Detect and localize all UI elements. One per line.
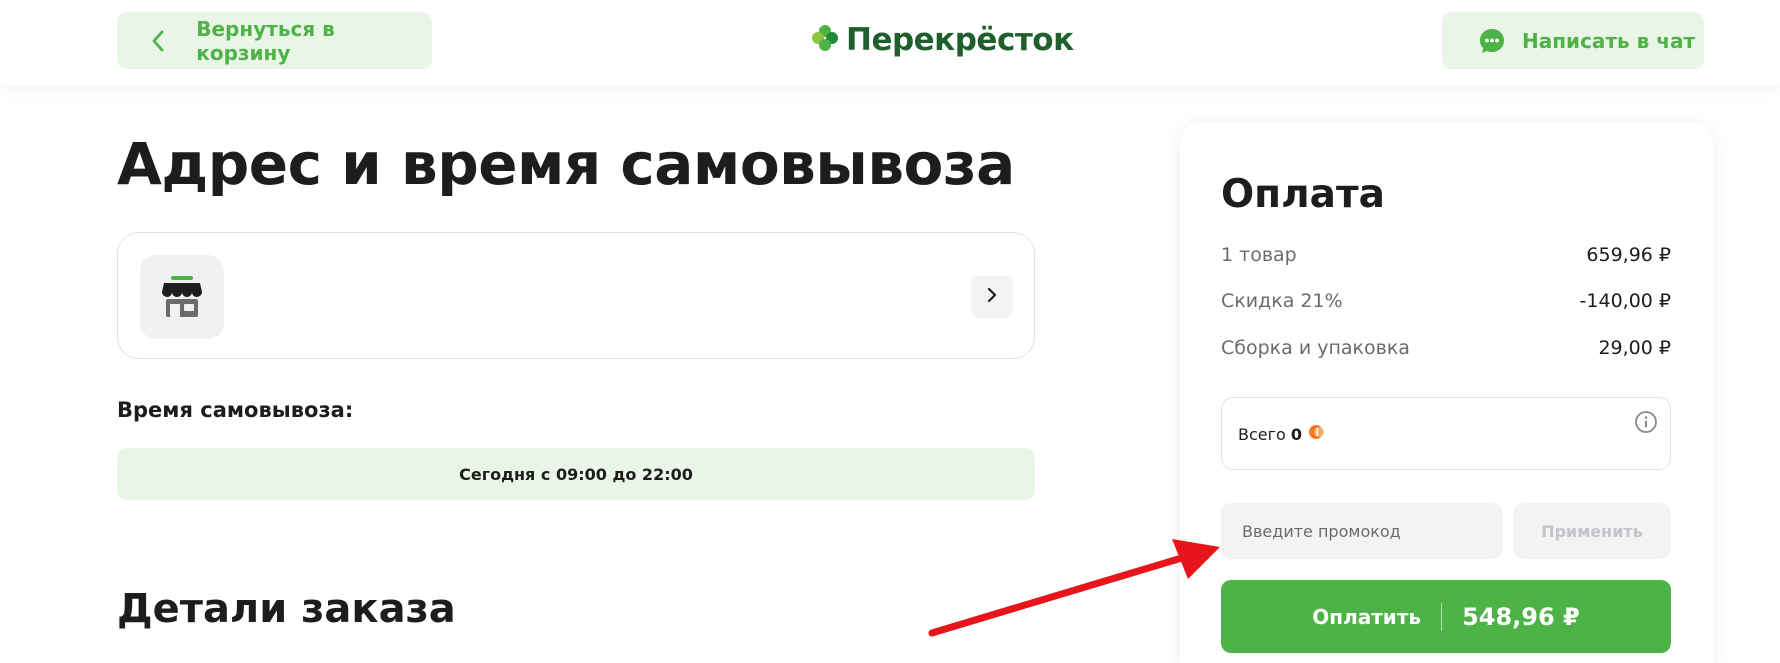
bonus-coin-icon [1308, 424, 1326, 444]
bonus-label: Всего [1238, 424, 1286, 444]
order-details-title: Детали заказа [117, 586, 456, 632]
pickup-time-label: Время самовывоза: [117, 398, 354, 422]
summary-row-value: 659,96 ₽ [1586, 244, 1671, 266]
payment-card: Оплата 1 товар 659,96 ₽ Скидка 21% -140,… [1180, 122, 1713, 663]
back-to-cart-button[interactable]: Вернуться в корзину [117, 12, 432, 69]
summary-row-label: Скидка 21% [1221, 290, 1343, 312]
chevron-right-icon [987, 287, 997, 307]
summary-row-items: 1 товар 659,96 ₽ [1221, 244, 1671, 266]
header: Вернуться в корзину Перекрёсток Написать… [0, 0, 1780, 86]
bonus-balance-box: Всего 0 [1221, 397, 1671, 470]
logo[interactable]: Перекрёсток [810, 18, 1074, 62]
summary-row-label: 1 товар [1221, 244, 1297, 266]
logo-text: Перекрёсток [846, 22, 1074, 58]
pay-button-divider [1441, 602, 1443, 631]
pay-button-label: Оплатить [1312, 604, 1422, 629]
summary-row-value: 29,00 ₽ [1598, 337, 1671, 359]
summary-row-packing: Сборка и упаковка 29,00 ₽ [1221, 337, 1671, 359]
pay-button-total: 548,96 ₽ [1462, 602, 1580, 631]
summary-row-label: Сборка и упаковка [1221, 337, 1410, 359]
promo-code-input[interactable] [1221, 503, 1503, 559]
back-to-cart-label: Вернуться в корзину [196, 16, 335, 65]
bonus-value: 0 [1290, 424, 1302, 444]
store-card[interactable] [117, 232, 1035, 359]
info-icon[interactable] [1634, 410, 1658, 438]
store-icon [140, 255, 224, 339]
bonus-balance: Всего 0 [1238, 424, 1326, 444]
summary-row-value: -140,00 ₽ [1579, 290, 1671, 312]
clover-logo-icon [810, 23, 840, 57]
page-title: Адрес и время самовывоза [117, 130, 1015, 198]
write-to-chat-button[interactable]: Написать в чат [1442, 12, 1704, 69]
chat-bubble-icon [1478, 27, 1518, 55]
apply-promo-button[interactable]: Применить [1513, 503, 1671, 559]
chevron-left-icon [151, 30, 196, 52]
pay-button[interactable]: Оплатить 548,96 ₽ [1221, 580, 1671, 653]
write-to-chat-label: Написать в чат [1522, 28, 1696, 53]
summary-row-discount: Скидка 21% -140,00 ₽ [1221, 290, 1671, 312]
payment-title: Оплата [1221, 172, 1385, 217]
pickup-time-slot[interactable]: Сегодня с 09:00 до 22:00 [117, 448, 1035, 500]
store-details-arrow-button[interactable] [971, 276, 1013, 318]
